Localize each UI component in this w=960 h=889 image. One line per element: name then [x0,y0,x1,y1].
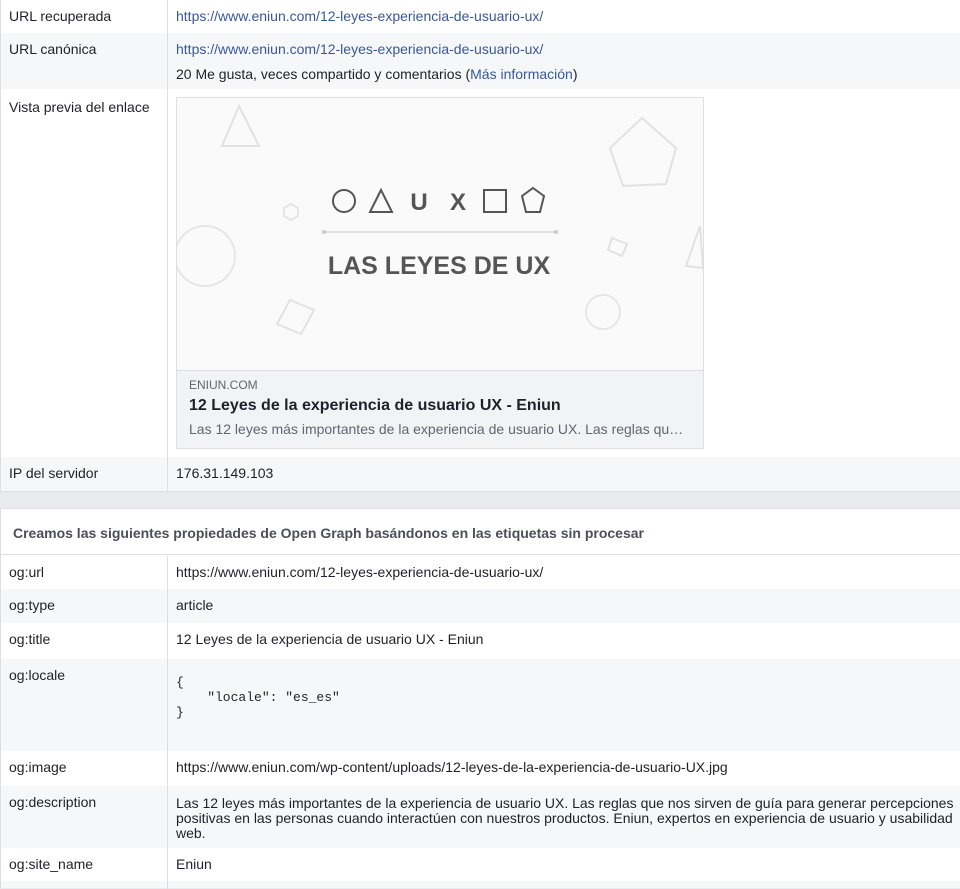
preview-meta: ENIUN.COM 12 Leyes de la experiencia de … [177,370,703,448]
letter-x: X [450,189,466,216]
square-icon [483,189,507,213]
preview-illustration: U X LAS LEYES DE UX [177,103,703,336]
decor-edge-triangle-icon [684,225,703,270]
link-preview-card[interactable]: U X LAS LEYES DE UX ENIUN.COM 12 Leyes d… [176,97,704,449]
decor-circle-icon [177,225,236,287]
row-label: og:url [1,556,168,589]
row-label: og:site_name [1,848,168,881]
decor-hexagon-icon [283,202,299,222]
table-row: og:title 12 Leyes de la experiencia de u… [1,623,960,659]
og-type-value: article [176,597,214,613]
table-row: og:locale { "locale": "es_es" } [1,659,960,751]
open-graph-panel: Creamos las siguientes propiedades de Op… [0,508,960,889]
share-count-label: 20 Me gusta, veces compartido y comentar… [176,66,471,82]
preview-description: Las 12 leyes más importantes de la exper… [189,421,687,437]
row-label: URL canónica [1,33,168,89]
table-row: og:description Las 12 leyes más importan… [1,786,960,848]
row-label: URL recuperada [1,0,168,33]
circle-icon [332,189,356,213]
og-image-value: https://www.eniun.com/wp-content/uploads… [176,759,728,775]
decor-pentagon-icon [608,116,678,188]
decor-triangle-icon [220,103,261,147]
section-title: Creamos las siguientes propiedades de Op… [1,509,960,555]
og-locale-json: { "locale": "es_es" } [176,675,340,720]
table-row: IP del servidor 176.31.149.103 [1,457,960,491]
pentagon-icon [520,186,546,213]
row-label: og:type [1,589,168,623]
table-row: URL canónica https://www.eniun.com/12-le… [1,33,960,89]
letter-u: U [410,189,427,216]
canonical-url-link[interactable]: https://www.eniun.com/12-leyes-experienc… [176,41,543,57]
fetched-url-link[interactable]: https://www.eniun.com/12-leyes-experienc… [176,8,543,24]
share-count-text: 20 Me gusta, veces compartido y comentar… [176,66,960,82]
row-label: Vista previa del enlace [1,89,168,457]
table-row: og:image https://www.eniun.com/wp-conten… [1,751,960,786]
decor-small-circle-icon [585,294,621,330]
image-heading: LAS LEYES DE UX [328,252,551,280]
decor-small-square-icon [606,236,629,258]
row-label: IP del servidor [1,457,168,491]
og-title-value: 12 Leyes de la experiencia de usuario UX… [176,631,484,647]
row-label: og:image [1,751,168,786]
table-row: og:url https://www.eniun.com/12-leyes-ex… [1,556,960,589]
share-count-suffix: ) [572,66,578,82]
table-row: URL recuperada https://www.eniun.com/12-… [1,0,960,33]
server-ip-value: 176.31.149.103 [176,465,274,481]
preview-image: U X LAS LEYES DE UX [177,98,703,370]
link-debug-panel: URL recuperada https://www.eniun.com/12-… [0,0,960,492]
preview-title[interactable]: 12 Leyes de la experiencia de usuario UX… [189,397,691,415]
og-description-value: Las 12 leyes más importantes de la exper… [176,795,954,841]
triangle-icon [368,187,394,213]
decor-square-icon [275,298,316,336]
row-label: og:locale [1,659,168,751]
table-row: og:site_name Eniun [1,848,960,881]
row-label: og:description [1,786,168,848]
table-row: og:type article [1,589,960,623]
og-url-value: https://www.eniun.com/12-leyes-experienc… [176,564,544,580]
row-label: og:title [1,623,168,659]
more-info-link[interactable]: Más información [470,66,573,82]
preview-domain: ENIUN.COM [189,378,258,392]
og-site-name-value: Eniun [176,856,212,872]
